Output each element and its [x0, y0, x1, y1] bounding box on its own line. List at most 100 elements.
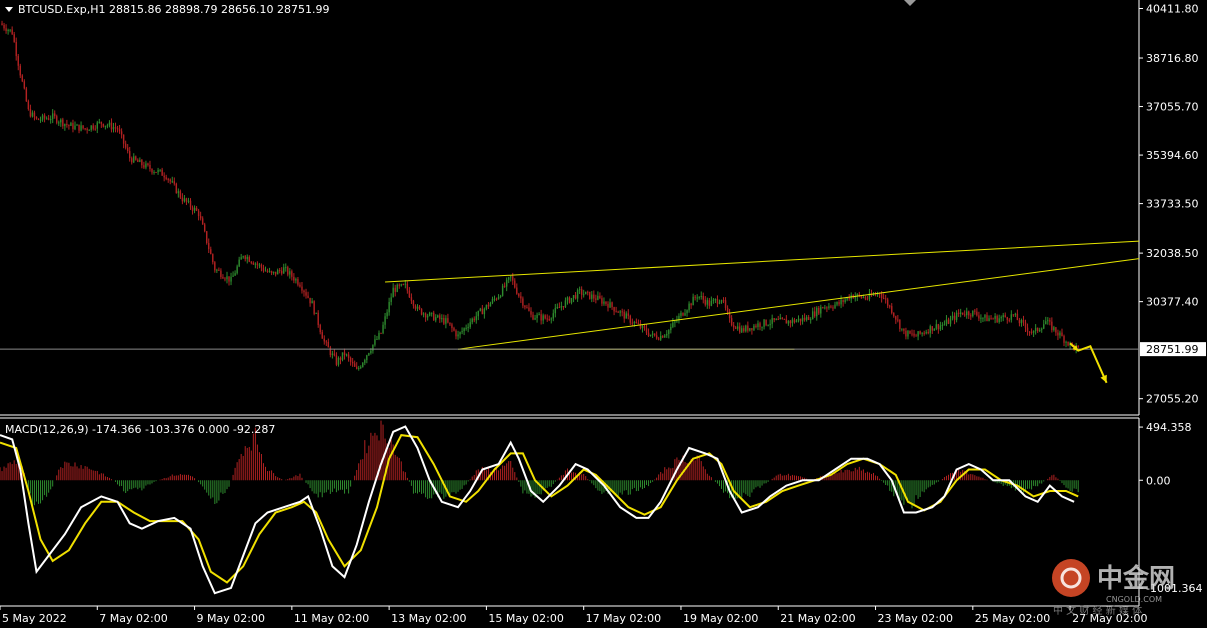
candle-body	[718, 302, 721, 304]
candle-body	[763, 319, 765, 327]
candle-body	[633, 321, 636, 324]
candle-body	[1012, 314, 1015, 316]
candle-body	[923, 332, 925, 334]
candle-body	[799, 318, 802, 322]
time-tick-label: 5 May 2022	[2, 612, 67, 625]
candle-body	[619, 311, 621, 313]
candle-body	[90, 125, 92, 130]
candle-body	[686, 310, 688, 314]
candle-body	[714, 299, 717, 301]
candle-body	[664, 335, 666, 338]
candle-body	[181, 197, 184, 202]
candle-body	[1043, 324, 1045, 329]
candle-body	[732, 325, 735, 328]
time-tick-label: 19 May 02:00	[683, 612, 758, 625]
candle-body	[368, 353, 370, 356]
candle-body	[753, 325, 755, 331]
candle-body	[1000, 317, 1002, 319]
candle-body	[29, 109, 32, 117]
candle-body	[404, 283, 407, 285]
candle-body	[696, 297, 698, 299]
candle-body	[116, 128, 119, 130]
candle-body	[891, 306, 893, 313]
candle-body	[785, 319, 788, 324]
candle-body	[106, 125, 109, 127]
candle-body	[173, 181, 176, 184]
candle-body	[530, 311, 532, 315]
candle-body	[214, 262, 216, 271]
candle-body	[92, 125, 94, 129]
candle-body	[805, 317, 808, 320]
candle-body	[978, 315, 980, 319]
candle-body	[364, 359, 366, 363]
candle-body	[82, 125, 84, 129]
candle-body	[98, 121, 101, 123]
candle-body	[382, 324, 384, 334]
candle-body	[469, 322, 471, 327]
candle-body	[441, 317, 443, 320]
candle-body	[39, 119, 42, 121]
candle-body	[461, 331, 463, 333]
candle-body	[420, 308, 423, 315]
candle-body	[33, 112, 36, 117]
candle-body	[240, 257, 242, 260]
candle-body	[1008, 319, 1011, 321]
trading-chart[interactable]: 40411.80 38716.80 37055.70 35394.60 33733.50…	[0, 0, 1207, 628]
price-tick-label: 40411.80	[1146, 2, 1199, 15]
candle-body	[700, 295, 702, 297]
candle-body	[518, 293, 520, 297]
candle-body	[165, 177, 167, 179]
candle-body	[684, 313, 686, 316]
candle-body	[824, 307, 826, 309]
candle-body	[607, 303, 609, 308]
candle-body	[68, 124, 70, 126]
candle-body	[230, 276, 232, 282]
candle-body	[287, 267, 289, 275]
candle-body	[959, 312, 962, 314]
candle-body	[957, 312, 960, 314]
candle-body	[554, 307, 557, 314]
candle-body	[724, 300, 727, 308]
candle-body	[548, 319, 550, 321]
candle-body	[102, 123, 105, 127]
candle-body	[1026, 327, 1029, 332]
candle-body	[276, 270, 279, 275]
candle-body	[410, 297, 413, 301]
candle-body	[15, 41, 17, 57]
candle-body	[970, 315, 972, 317]
candle-body	[414, 305, 417, 309]
candle-body	[199, 216, 202, 219]
candle-body	[418, 306, 421, 309]
candle-body	[31, 112, 34, 117]
candle-body	[234, 273, 236, 276]
candle-body	[893, 312, 895, 317]
candle-body	[1047, 320, 1049, 322]
candle-body	[465, 327, 467, 329]
candle-body	[197, 210, 200, 217]
candle-body	[550, 318, 552, 320]
candle-body	[64, 123, 66, 127]
candle-body	[816, 307, 818, 317]
candle-body	[112, 127, 115, 130]
candle-body	[185, 198, 188, 202]
candle-body	[45, 118, 48, 120]
candle-body	[366, 355, 368, 360]
candle-body	[137, 159, 139, 163]
candle-body	[1061, 332, 1063, 337]
candle-body	[597, 295, 599, 300]
candle-body	[1053, 327, 1055, 331]
candle-body	[118, 129, 121, 132]
candle-body	[360, 366, 362, 368]
candle-body	[372, 344, 374, 351]
candle-body	[779, 317, 781, 320]
candle-body	[313, 301, 315, 314]
candle-body	[422, 313, 425, 315]
candle-body	[58, 122, 60, 124]
candle-body	[412, 300, 415, 306]
candle-body	[256, 263, 259, 265]
candle-body	[60, 119, 62, 123]
candle-body	[840, 300, 842, 305]
candle-body	[339, 357, 342, 360]
candle-body	[773, 318, 775, 320]
candle-body	[621, 311, 623, 313]
